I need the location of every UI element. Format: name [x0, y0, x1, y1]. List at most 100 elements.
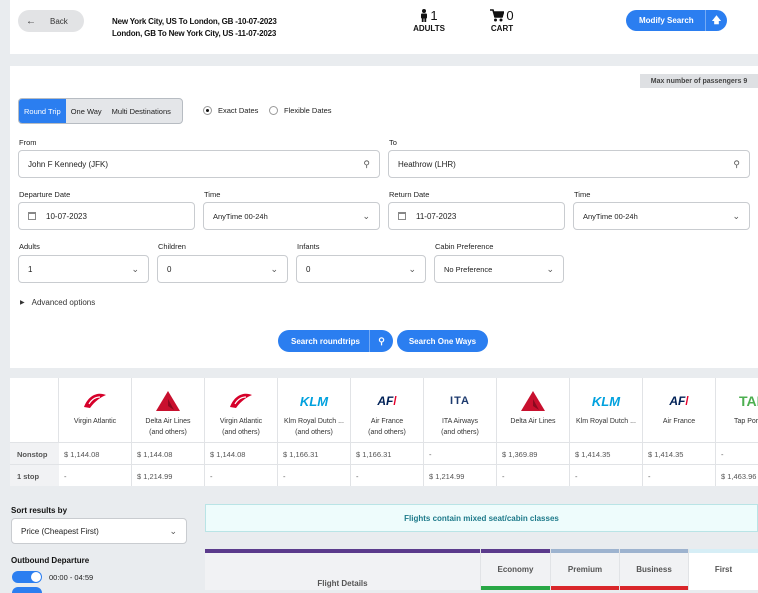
airline-column[interactable]: Delta Air Lines [497, 378, 570, 442]
price-cell[interactable]: $ 1,214.99 [132, 465, 205, 486]
outbound-range-toggle[interactable] [12, 571, 42, 583]
adults-field-label: Adults [19, 242, 40, 251]
from-label: From [19, 138, 37, 147]
ita-airways-logo: ITA [424, 386, 496, 416]
return-date-label: Return Date [389, 190, 430, 199]
calendar-icon [28, 212, 36, 220]
price-cell[interactable]: $ 1,144.08 [132, 443, 205, 465]
airline-column[interactable]: ITA ITA Airways (and others) [424, 378, 497, 442]
price-cell[interactable]: $ 1,144.08 [59, 443, 132, 465]
header-accent-bar [481, 549, 550, 553]
return-date-value: 11-07-2023 [416, 211, 457, 221]
departure-date-label: Departure Date [19, 190, 71, 199]
matrix-row-nonstop: Nonstop $ 1,144.08 $ 1,144.08 $ 1,144.08… [10, 442, 758, 465]
price-cell[interactable]: $ 1,414.35 [570, 443, 643, 465]
to-value: Heathrow (LHR) [398, 159, 456, 169]
cabin-preference-label: Cabin Preference [435, 242, 494, 251]
price-cell[interactable]: $ 1,166.31 [278, 443, 351, 465]
air-france-logo-text: AF [669, 394, 686, 408]
departure-date-field[interactable]: 10-07-2023 [18, 202, 195, 230]
to-field[interactable]: Heathrow (LHR) ⚲ [388, 150, 750, 178]
economy-header[interactable]: Economy [481, 549, 551, 590]
sort-select[interactable]: Price (Cheapest First) ⌄ [11, 518, 187, 544]
advanced-options-toggle[interactable]: ▶ Advanced options [20, 298, 95, 307]
airline-name: Virgin Atlantic [219, 418, 263, 425]
exact-dates-label: Exact Dates [218, 106, 259, 115]
from-field[interactable]: John F Kennedy (JFK) ⚲ [18, 150, 380, 178]
tab-round-trip[interactable]: Round Trip [19, 99, 66, 123]
flexible-dates-radio[interactable] [269, 106, 278, 115]
advanced-options-label: Advanced options [31, 298, 96, 307]
price-cell[interactable]: $ 1,214.99 [424, 465, 497, 486]
klm-logo-text: KLM [591, 393, 621, 409]
outbound-route: New York City, US To London, GB -10-07-2… [112, 17, 277, 26]
modify-search-button[interactable]: Modify Search 🡅 [626, 10, 727, 31]
search-one-ways-button[interactable]: Search One Ways [397, 330, 488, 352]
airline-name: Klm Royal Dutch ... [284, 418, 344, 425]
airline-name: Air France [662, 418, 696, 425]
airline-name: Delta Air Lines [145, 418, 191, 425]
airline-name: Tap Portu [734, 418, 758, 425]
flexible-dates-option[interactable]: Flexible Dates [269, 106, 332, 115]
airline-column[interactable]: KLM Klm Royal Dutch ... [570, 378, 643, 442]
adults-select[interactable]: 1 ⌄ [18, 255, 149, 283]
premium-header[interactable]: Premium [551, 549, 620, 590]
results-table-header: Flight Details Economy Premium Business … [205, 549, 758, 590]
klm-logo: KLM [278, 386, 350, 416]
infants-select[interactable]: 0 ⌄ [296, 255, 426, 283]
price-cell: - [721, 449, 724, 459]
tab-multi-destinations[interactable]: Multi Destinations [107, 99, 176, 123]
outbound-range-filter[interactable]: 00:00 - 04:59 [12, 571, 93, 583]
tab-one-way[interactable]: One Way [66, 99, 107, 123]
matrix-row-one-stop: 1 stop - $ 1,214.99 - - - $ 1,214.99 - -… [10, 464, 758, 486]
outbound-range-toggle[interactable] [12, 587, 42, 593]
tap-logo-text: TAP [739, 393, 758, 409]
airline-column[interactable]: Virgin Atlantic [59, 378, 132, 442]
exact-dates-radio[interactable] [203, 106, 212, 115]
price-cell[interactable]: $ 1,166.31 [351, 443, 424, 465]
outbound-range-label: 00:00 - 04:59 [49, 572, 94, 582]
cart-count: 0 [506, 8, 514, 23]
airline-column[interactable]: KLM Klm Royal Dutch ... (and others) [278, 378, 351, 442]
business-label: Business [636, 565, 672, 574]
chevron-down-icon: ⌄ [546, 263, 554, 274]
airline-name: Virgin Atlantic [73, 418, 117, 425]
price-cell: - [278, 465, 351, 486]
first-header[interactable]: First [689, 549, 758, 590]
airline-column[interactable]: Virgin Atlantic (and others) [205, 378, 278, 442]
children-select[interactable]: 0 ⌄ [157, 255, 288, 283]
adults-select-value: 1 [28, 264, 33, 274]
return-date-field[interactable]: 11-07-2023 [388, 202, 565, 230]
price-cell[interactable]: $ 1,144.08 [205, 443, 278, 465]
business-header[interactable]: Business [620, 549, 689, 590]
search-icon: ⚲ [369, 330, 393, 352]
price-cell[interactable]: $ 1,369.89 [497, 443, 570, 465]
airline-column[interactable]: AF / Air France [643, 378, 716, 442]
chevron-down-icon: ⌄ [408, 263, 416, 274]
children-select-value: 0 [167, 264, 172, 274]
airline-column[interactable]: TAP Tap Portu [716, 378, 758, 442]
first-label: First [714, 565, 733, 574]
cart-icon [490, 9, 505, 22]
matrix-row-label: Nonstop [10, 443, 59, 465]
flight-details-label: Flight Details [317, 579, 368, 588]
virgin-atlantic-logo [205, 386, 277, 416]
departure-time-select[interactable]: AnyTime 00-24h ⌄ [203, 202, 380, 230]
price-cell: - [570, 465, 643, 486]
virgin-atlantic-logo [59, 386, 131, 416]
return-time-select[interactable]: AnyTime 00-24h ⌄ [573, 202, 750, 230]
cabin-preference-select[interactable]: No Preference ⌄ [434, 255, 564, 283]
search-roundtrips-label: Search roundtrips [291, 336, 360, 346]
economy-label: Economy [497, 565, 534, 574]
infants-select-value: 0 [306, 264, 311, 274]
air-france-logo: AF / [377, 394, 397, 408]
cart-summary[interactable]: 0 CART [484, 8, 520, 33]
exact-dates-option[interactable]: Exact Dates [203, 106, 258, 115]
premium-label: Premium [567, 565, 603, 574]
price-cell[interactable]: $ 1,414.35 [643, 443, 716, 465]
back-button[interactable]: ← Back [18, 10, 84, 32]
airline-column[interactable]: AF / Air France (and others) [351, 378, 424, 442]
price-cell[interactable]: $ 1,463.96 [716, 465, 758, 486]
search-roundtrips-button[interactable]: Search roundtrips ⚲ [278, 330, 393, 352]
airline-column[interactable]: Delta Air Lines (and others) [132, 378, 205, 442]
